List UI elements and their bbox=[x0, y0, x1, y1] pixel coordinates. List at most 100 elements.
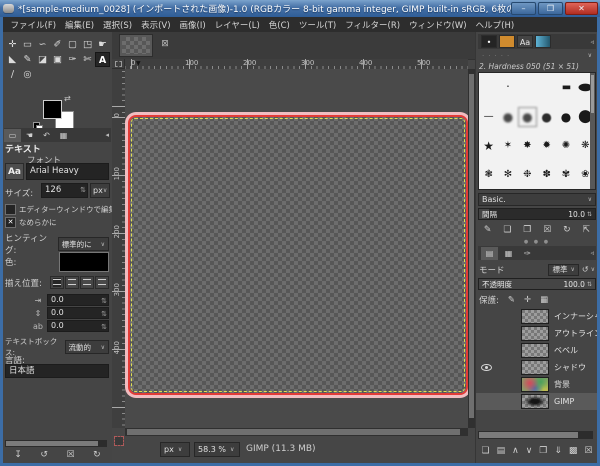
open-brush-button[interactable]: ⇱ bbox=[582, 224, 590, 237]
brush-item[interactable]: ✻ bbox=[504, 170, 512, 180]
mode-dropdown[interactable]: 標準 ∨ bbox=[548, 264, 578, 276]
close-button[interactable]: ✕ bbox=[565, 2, 598, 15]
free-select-tool-icon[interactable]: ∽ bbox=[35, 37, 50, 52]
layer-row-outline[interactable]: アウトライン bbox=[476, 325, 597, 342]
transform-tool-icon[interactable]: ◳ bbox=[80, 37, 95, 52]
brush-item[interactable]: ▬ bbox=[562, 83, 570, 93]
image-tab-close-icon[interactable]: ⊠ bbox=[159, 38, 171, 50]
layer-row-bevel[interactable]: ベベル bbox=[476, 342, 597, 359]
mode-switch-button[interactable]: ↺ ∨ bbox=[582, 265, 595, 274]
move-tool-icon[interactable]: ✛ bbox=[5, 37, 20, 52]
crop-tool-icon[interactable]: ▢ bbox=[65, 37, 80, 52]
text-box-dropdown[interactable]: 流動的 ∨ bbox=[65, 340, 109, 354]
menu-edit[interactable]: 編集(E) bbox=[61, 19, 99, 31]
eye-icon[interactable] bbox=[481, 364, 492, 371]
menu-help[interactable]: ヘルプ(H) bbox=[471, 19, 519, 31]
brush-item[interactable]: ✺ bbox=[562, 141, 570, 151]
tab-device-status[interactable]: ☚ bbox=[21, 129, 38, 142]
tab-channels[interactable]: ▦ bbox=[500, 247, 517, 260]
size-spinner[interactable]: ⇅ bbox=[80, 184, 86, 197]
brush-item[interactable]: ❃ bbox=[484, 170, 492, 180]
menu-select[interactable]: 選択(S) bbox=[99, 19, 137, 31]
editor-window-checkbox[interactable] bbox=[5, 204, 16, 215]
dock-menu-icon[interactable]: ◃ bbox=[590, 38, 596, 46]
foreground-color-swatch[interactable] bbox=[43, 100, 62, 119]
tool-options-scrollbar[interactable] bbox=[5, 440, 107, 447]
language-field[interactable]: 日本語 bbox=[5, 364, 109, 378]
brush-item[interactable]: ✶ bbox=[504, 141, 512, 151]
horizontal-scrollbar[interactable] bbox=[125, 428, 468, 436]
layer-row-background[interactable]: 背景 bbox=[476, 376, 597, 393]
letter-spacing-spinner[interactable]: ⇅ bbox=[101, 321, 107, 334]
size-field[interactable]: 126 ⇅ bbox=[41, 183, 88, 198]
edit-brush-button[interactable]: ✎ bbox=[484, 224, 492, 237]
tab-layers[interactable]: ▤ bbox=[481, 247, 498, 260]
text-tool-icon[interactable]: A bbox=[95, 52, 110, 67]
brush-item[interactable]: ✸ bbox=[523, 141, 531, 151]
menu-filters[interactable]: フィルター(R) bbox=[341, 19, 405, 31]
brush-group-dropdown[interactable]: Basic. ∨ bbox=[478, 193, 596, 206]
warp-tool-icon[interactable]: ☛ bbox=[95, 37, 110, 52]
tab-brushes[interactable]: • bbox=[481, 35, 497, 48]
minimize-button[interactable]: – bbox=[511, 2, 536, 15]
brush-item[interactable]: ★ bbox=[483, 140, 494, 152]
antialias-checkbox[interactable]: ✕ bbox=[5, 217, 16, 228]
tab-fonts[interactable]: Aa bbox=[517, 35, 533, 48]
delete-brush-button[interactable]: ☒ bbox=[543, 224, 551, 237]
delete-layer-button[interactable]: ☒ bbox=[584, 445, 592, 458]
layer-row-shadow[interactable]: シャドウ bbox=[476, 359, 597, 376]
ruler-unit-dropdown[interactable]: px ∨ bbox=[160, 442, 190, 457]
zoom-level-dropdown[interactable]: 58.3 % ∨ bbox=[194, 442, 240, 457]
opacity-slider[interactable]: 不透明度 100.0 ⇅ bbox=[478, 278, 596, 290]
brush-filter-row[interactable]: · · · · · ∨ bbox=[478, 50, 596, 61]
brush-item[interactable]: ❀ bbox=[581, 170, 589, 180]
hinting-dropdown[interactable]: 標準的に ∨ bbox=[58, 237, 109, 251]
brush-item[interactable]: ● bbox=[503, 111, 513, 123]
lock-position-icon[interactable]: ✛ bbox=[524, 295, 531, 305]
swap-colors-icon[interactable]: ⇄ bbox=[64, 94, 71, 103]
brush-item[interactable]: ✽ bbox=[542, 170, 550, 180]
restore-tool-preset-button[interactable]: ↺ bbox=[40, 449, 48, 462]
eraser-tool-icon[interactable]: ◪ bbox=[35, 52, 50, 67]
brush-item[interactable]: ✾ bbox=[562, 170, 570, 180]
lower-layer-button[interactable]: ∨ bbox=[526, 445, 533, 458]
add-mask-button[interactable]: ▩ bbox=[569, 445, 578, 458]
dock-menu-icon[interactable]: ◂ bbox=[105, 131, 111, 139]
indent-field[interactable]: 0.0 ⇅ bbox=[47, 294, 109, 306]
tab-undo-history[interactable]: ↶ bbox=[38, 129, 55, 142]
tab-images[interactable]: ▦ bbox=[55, 129, 72, 142]
paths-tool-icon[interactable]: ✐ bbox=[50, 37, 65, 52]
menu-tools[interactable]: ツール(T) bbox=[294, 19, 340, 31]
opacity-spinner[interactable]: ⇅ bbox=[587, 281, 592, 288]
image-tab[interactable] bbox=[119, 34, 153, 57]
ruler-corner-button[interactable] bbox=[112, 59, 125, 69]
visibility-cell[interactable] bbox=[479, 364, 494, 371]
letter-spacing-field[interactable]: 0.0 ⇅ bbox=[47, 320, 109, 332]
brush-item[interactable]: ✹ bbox=[542, 141, 550, 151]
menu-layer[interactable]: レイヤー(L) bbox=[210, 19, 264, 31]
maximize-button[interactable]: ❒ bbox=[538, 2, 563, 15]
vertical-scrollbar[interactable] bbox=[468, 69, 475, 428]
rectangle-select-tool-icon[interactable]: ▭ bbox=[20, 37, 35, 52]
dock-menu-icon[interactable]: ◃ bbox=[590, 249, 596, 257]
justify-left-button[interactable] bbox=[50, 276, 64, 289]
duplicate-layer-button[interactable]: ❐ bbox=[539, 445, 547, 458]
tab-patterns[interactable] bbox=[499, 35, 515, 48]
save-tool-preset-button[interactable]: ↧ bbox=[14, 449, 22, 462]
layer-row-gimp[interactable]: GIMP bbox=[476, 393, 597, 410]
line-spacing-field[interactable]: 0.0 ⇅ bbox=[47, 307, 109, 319]
brush-item[interactable]: ❉ bbox=[523, 170, 531, 180]
new-brush-button[interactable]: ❏ bbox=[503, 224, 511, 237]
spacing-spinner[interactable]: ⇅ bbox=[587, 211, 592, 218]
brush-item-selected[interactable]: ● bbox=[522, 111, 532, 123]
refresh-brushes-button[interactable]: ↻ bbox=[563, 224, 571, 237]
font-name-field[interactable]: Arial Heavy bbox=[26, 163, 109, 180]
canvas-viewport[interactable] bbox=[125, 69, 468, 428]
menu-view[interactable]: 表示(V) bbox=[137, 19, 175, 31]
delete-tool-preset-button[interactable]: ☒ bbox=[67, 449, 75, 462]
clone-tool-icon[interactable]: ▣ bbox=[50, 52, 65, 67]
menu-windows[interactable]: ウィンドウ(W) bbox=[405, 19, 472, 31]
justify-center-button[interactable] bbox=[80, 276, 94, 289]
pencil-tool-icon[interactable]: ✎ bbox=[20, 52, 35, 67]
merge-down-button[interactable]: ⇓ bbox=[554, 445, 562, 458]
